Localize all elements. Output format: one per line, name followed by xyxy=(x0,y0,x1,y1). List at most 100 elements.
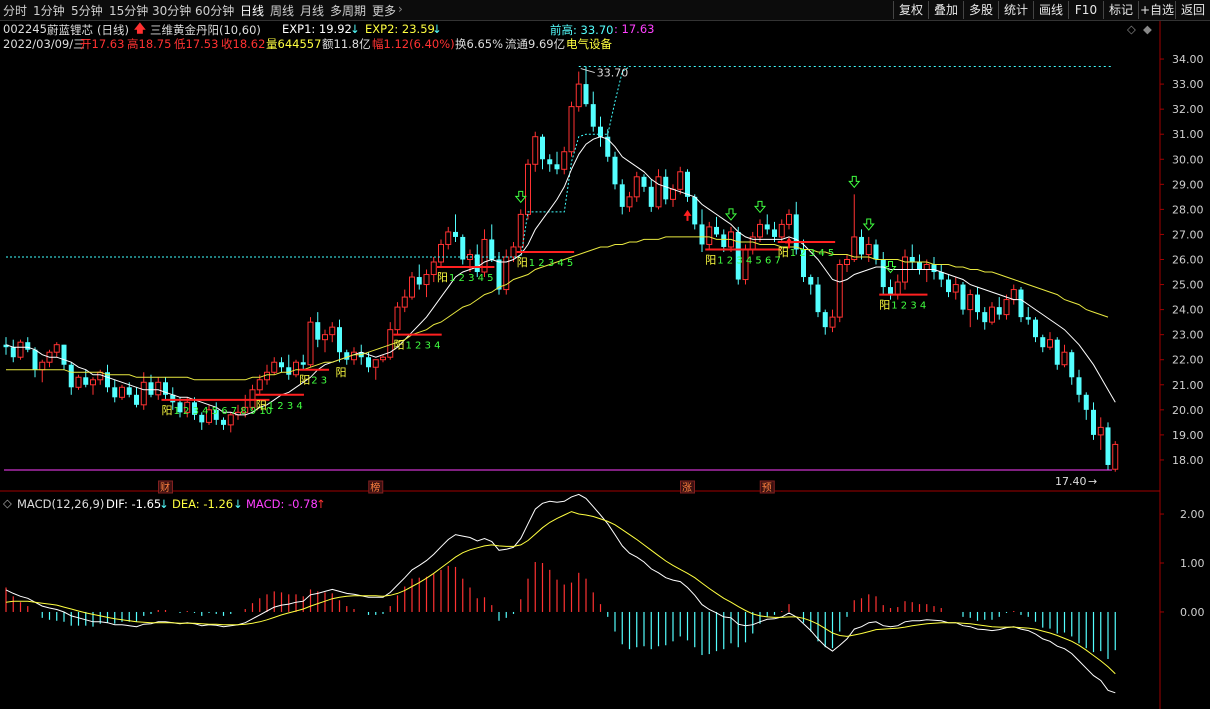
candle xyxy=(279,357,284,373)
back-button[interactable]: 返回 xyxy=(1175,1,1210,19)
overlay-button[interactable]: 叠加 xyxy=(928,1,963,19)
candle xyxy=(1076,369,1082,403)
tab-1min[interactable]: 1分钟 xyxy=(33,2,65,19)
candle-body xyxy=(170,394,176,403)
candle-body xyxy=(714,226,719,235)
candle-body xyxy=(344,352,350,360)
event-tag-label: 涨 xyxy=(682,482,692,494)
candle-body xyxy=(648,186,654,207)
price-tick-label: 31.00 xyxy=(1172,128,1204,141)
candle xyxy=(61,344,67,370)
tab-daily[interactable]: 日线 xyxy=(240,2,264,19)
down-arrow-icon xyxy=(514,190,527,204)
candle xyxy=(481,229,488,278)
candle xyxy=(1105,422,1111,470)
event-tag[interactable]: 涨 xyxy=(680,480,695,494)
candle-body xyxy=(83,377,89,385)
candle-body xyxy=(351,351,357,361)
tab-multi-period[interactable]: 多周期 xyxy=(330,2,366,19)
candle xyxy=(1091,402,1096,440)
candle-body xyxy=(1025,317,1031,320)
candle-body xyxy=(888,287,893,295)
tab-monthly[interactable]: 月线 xyxy=(300,2,324,19)
signal-count-label: 1 2 3 4 5 xyxy=(449,273,494,284)
statistics-button[interactable]: 统计 xyxy=(998,1,1033,19)
price-tick-label: 28.00 xyxy=(1172,203,1204,216)
kline-chart[interactable]: 34.00 33.00 32.00 31.00 30.00 29.00 28.00 27.00… xyxy=(0,21,1210,709)
price-tick-label: 33.00 xyxy=(1172,78,1204,91)
candle-body xyxy=(836,264,843,318)
candle-body xyxy=(1097,426,1104,436)
tab-fenshi[interactable]: 分时 xyxy=(3,2,27,19)
tab-5min[interactable]: 5分钟 xyxy=(71,2,103,19)
tab-more[interactable]: 更多 xyxy=(372,2,396,19)
candle-body xyxy=(865,243,872,255)
candle-body xyxy=(1010,289,1017,301)
candle-body xyxy=(764,224,770,230)
candle xyxy=(952,277,959,300)
candle xyxy=(931,256,937,280)
high-pointer xyxy=(580,68,595,74)
candle-body xyxy=(880,259,886,288)
candle-body xyxy=(663,176,669,200)
candle-body xyxy=(859,236,864,255)
mark-button[interactable]: 标记 xyxy=(1103,1,1138,19)
tab-60min[interactable]: 60分钟 xyxy=(195,2,234,19)
candle-body xyxy=(17,341,24,358)
candle-body xyxy=(271,361,278,373)
candle-body xyxy=(307,321,314,366)
candle-body xyxy=(1091,409,1096,435)
price-tick-label: 26.00 xyxy=(1172,253,1204,266)
signal-yang-label: 阳 xyxy=(394,339,405,352)
candle-body xyxy=(938,272,944,280)
candle xyxy=(46,349,53,368)
candle-body xyxy=(699,224,705,245)
candle-body xyxy=(960,284,966,310)
candle xyxy=(685,169,690,202)
candle xyxy=(503,249,510,295)
event-tag[interactable]: 榜 xyxy=(368,480,384,494)
candle-body xyxy=(706,226,713,245)
candle-body xyxy=(148,382,154,395)
candle xyxy=(322,329,328,353)
event-tag[interactable]: 预 xyxy=(759,480,775,494)
low-price-label: 17.40 xyxy=(1055,475,1087,488)
candle xyxy=(409,272,415,300)
candle xyxy=(423,269,430,298)
tab-weekly[interactable]: 周线 xyxy=(270,2,294,19)
signal-count-label: 1 2 3 4 xyxy=(406,341,441,352)
signal-yang-label: 阳 xyxy=(705,253,716,266)
candle xyxy=(894,274,901,300)
candle xyxy=(148,374,154,398)
candle xyxy=(859,229,864,260)
candle xyxy=(967,289,974,328)
candle-body xyxy=(221,419,226,425)
candle xyxy=(17,339,24,360)
price-tick-label: 21.00 xyxy=(1172,379,1204,392)
candle xyxy=(337,319,342,363)
candle xyxy=(39,359,46,383)
macd-tick-label: 1.00 xyxy=(1180,557,1205,570)
down-arrow-icon xyxy=(753,200,767,214)
macd-tick-label: 2.00 xyxy=(1180,508,1205,521)
tab-15min[interactable]: 15分钟 xyxy=(109,2,148,19)
candle-body xyxy=(793,214,799,250)
candle-body xyxy=(1047,339,1053,348)
add-watchlist-button[interactable]: +自选 xyxy=(1138,1,1175,19)
f10-button[interactable]: F10 xyxy=(1068,1,1103,19)
draw-line-button[interactable]: 画线 xyxy=(1033,1,1068,19)
signal-yang-label: 阳 xyxy=(517,256,528,269)
candle-body xyxy=(626,196,633,208)
candle-body xyxy=(670,188,676,200)
multi-stock-button[interactable]: 多股 xyxy=(963,1,998,19)
fuquan-button[interactable]: 复权 xyxy=(893,1,928,19)
candle-body xyxy=(1003,299,1010,316)
candle xyxy=(438,239,444,268)
price-tick-label: 27.00 xyxy=(1172,228,1204,241)
tab-30min[interactable]: 30分钟 xyxy=(152,2,191,19)
chevron-right-icon[interactable]: › xyxy=(398,2,403,16)
event-tag[interactable]: 财 xyxy=(158,480,173,494)
signal-yang-label: 阳 xyxy=(879,299,890,312)
period-toolbar: 分时 1分钟 5分钟 15分钟 30分钟 60分钟 日线 周线 月线 多周期 更… xyxy=(0,0,1210,21)
signal-yang-label: 阳 xyxy=(162,404,173,417)
